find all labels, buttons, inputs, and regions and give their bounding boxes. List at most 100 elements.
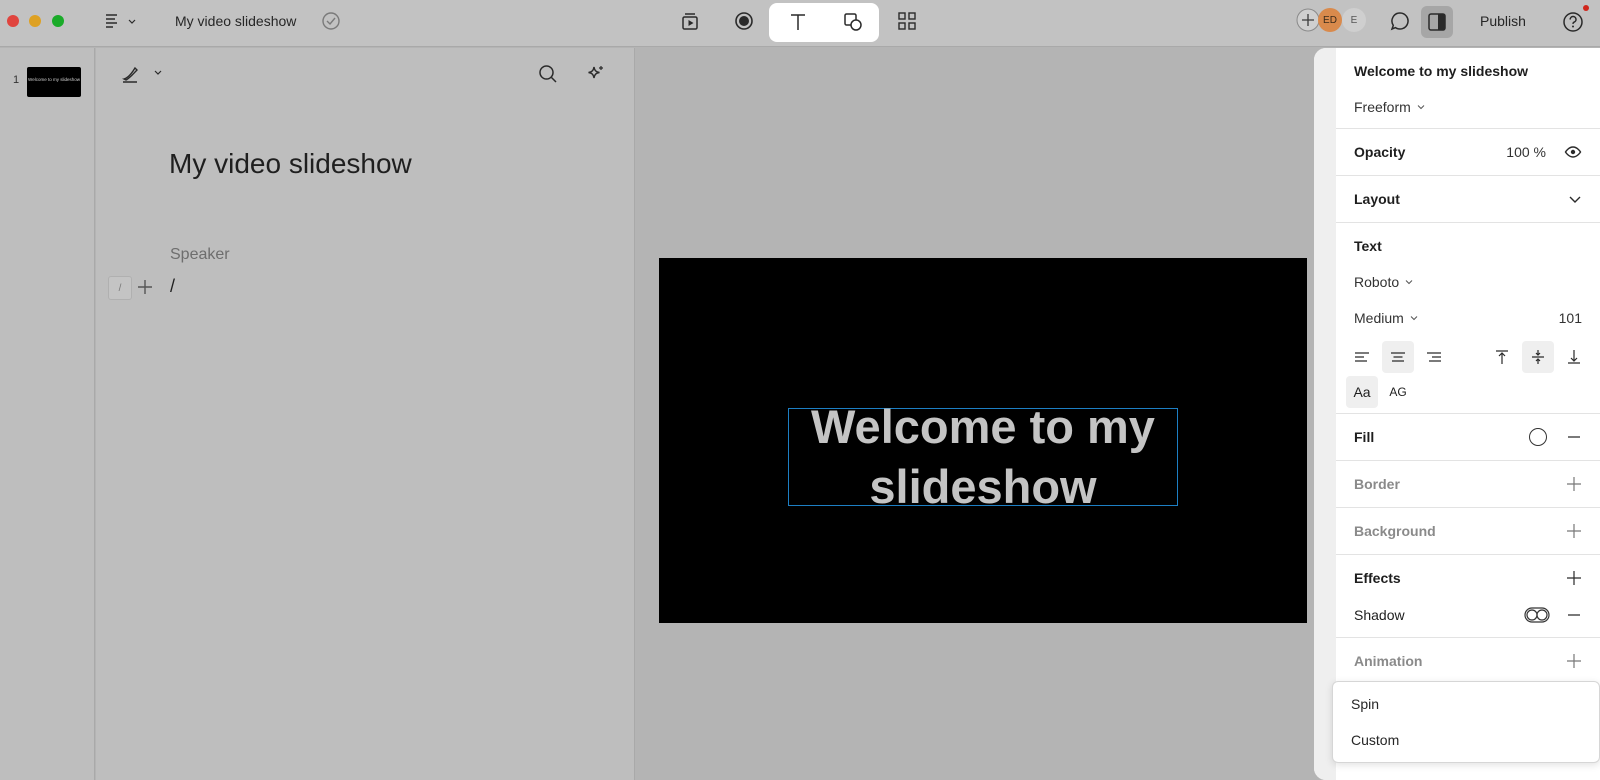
- ai-assist-button[interactable]: [584, 64, 606, 86]
- chevron-down-icon: [1410, 316, 1418, 321]
- slide-canvas[interactable]: Welcome to my slideshow: [659, 258, 1307, 623]
- invite-button[interactable]: [1296, 8, 1320, 32]
- shadow-label: Shadow: [1354, 607, 1405, 623]
- document-title[interactable]: My video slideshow: [175, 13, 296, 29]
- present-button[interactable]: [680, 11, 700, 31]
- align-left-button[interactable]: [1346, 341, 1378, 373]
- inspector-panel: Welcome to my slideshow Freeform Opacity…: [1314, 48, 1600, 780]
- chevron-down-icon: [1569, 196, 1581, 203]
- border-label: Border: [1354, 476, 1400, 492]
- opacity-label: Opacity: [1354, 144, 1406, 160]
- background-section: Background: [1336, 508, 1600, 555]
- comments-button[interactable]: [1390, 11, 1410, 31]
- script-title[interactable]: My video slideshow: [169, 148, 412, 180]
- document-menu-icon: [106, 14, 136, 28]
- sidebar-icon: [1428, 13, 1446, 31]
- add-border-icon[interactable]: [1566, 476, 1582, 492]
- add-animation-icon[interactable]: [1566, 653, 1582, 669]
- element-section: Welcome to my slideshow Freeform: [1336, 48, 1600, 129]
- search-button[interactable]: [538, 64, 558, 84]
- maximize-window-button[interactable]: [52, 15, 64, 27]
- opacity-section: Opacity 100 %: [1336, 129, 1600, 176]
- pen-icon: [121, 66, 162, 83]
- menu-item-custom[interactable]: Custom: [1351, 732, 1399, 748]
- chevron-down-icon: [1405, 280, 1413, 285]
- remove-fill-icon[interactable]: [1566, 429, 1582, 445]
- align-bottom-icon: [1568, 350, 1580, 364]
- toggle-inspector-button[interactable]: [1421, 6, 1453, 38]
- slide-thumbnails: 1 Welcome to my slideshow: [0, 48, 95, 780]
- slide-thumbnail-text: Welcome to my slideshow: [28, 77, 80, 82]
- add-collaborator-icon: [1296, 8, 1320, 32]
- add-effect-icon[interactable]: [1566, 570, 1582, 586]
- shape-tool-button[interactable]: [843, 12, 863, 32]
- text-section: Text Roboto Medium 101 Aa AG: [1336, 223, 1600, 414]
- remove-shadow-icon[interactable]: [1566, 607, 1582, 623]
- avatar[interactable]: E: [1342, 8, 1366, 32]
- close-window-button[interactable]: [7, 15, 19, 27]
- saved-status-icon: [321, 11, 341, 31]
- opacity-input[interactable]: 100 %: [1506, 144, 1546, 160]
- valign-middle-button[interactable]: [1522, 341, 1554, 373]
- background-label: Background: [1354, 523, 1436, 539]
- valign-bottom-button[interactable]: [1558, 341, 1590, 373]
- font-weight-value: Medium: [1354, 310, 1404, 326]
- font-family-value: Roboto: [1354, 274, 1400, 290]
- slide-number: 1: [13, 74, 20, 86]
- avatar[interactable]: ED: [1318, 8, 1342, 32]
- layout-section: Layout: [1336, 176, 1600, 223]
- script-editor: My video slideshow Speaker / /: [96, 48, 635, 780]
- shadow-toggle[interactable]: [1524, 607, 1550, 623]
- slide-text-line-2: slideshow: [869, 460, 1097, 513]
- script-line-input[interactable]: /: [170, 276, 175, 297]
- record-button[interactable]: [734, 11, 754, 31]
- align-right-button[interactable]: [1418, 341, 1450, 373]
- add-background-icon[interactable]: [1566, 523, 1582, 539]
- layout-toggle[interactable]: Layout: [1336, 176, 1600, 222]
- pen-tool-button[interactable]: [120, 64, 164, 84]
- publish-button[interactable]: Publish: [1480, 13, 1526, 29]
- align-center-button[interactable]: [1382, 341, 1414, 373]
- speaker-label[interactable]: Speaker: [170, 246, 230, 264]
- font-size-input[interactable]: 101: [1559, 310, 1582, 326]
- search-icon: [539, 65, 557, 83]
- minimize-window-button[interactable]: [29, 15, 41, 27]
- slide-thumbnail[interactable]: Welcome to my slideshow: [27, 67, 81, 97]
- menu-item-spin[interactable]: Spin: [1351, 696, 1379, 712]
- comment-icon: [1390, 12, 1409, 31]
- font-weight-dropdown[interactable]: Medium: [1354, 310, 1418, 326]
- components-button[interactable]: [897, 11, 917, 31]
- text-tool-button[interactable]: [788, 12, 808, 32]
- align-center-icon: [1391, 352, 1405, 362]
- insert-tool-group: [769, 3, 879, 42]
- effects-section: Effects Shadow: [1336, 555, 1600, 638]
- valign-top-button[interactable]: [1486, 341, 1518, 373]
- case-upper-button[interactable]: AG: [1382, 376, 1414, 408]
- align-middle-icon: [1532, 350, 1544, 364]
- panel-edge: [1314, 48, 1336, 780]
- fill-color-swatch[interactable]: [1528, 427, 1548, 447]
- add-block-button[interactable]: [136, 278, 154, 296]
- fill-label: Fill: [1354, 429, 1375, 445]
- document-menu-button[interactable]: [104, 12, 138, 30]
- command-chip[interactable]: /: [108, 276, 132, 300]
- notification-dot: [1583, 5, 1589, 11]
- case-normal-button[interactable]: Aa: [1346, 376, 1378, 408]
- record-icon: [735, 12, 753, 30]
- plus-icon: [138, 280, 152, 294]
- slide-text-line-1: Welcome to my: [811, 400, 1155, 453]
- align-left-icon: [1355, 352, 1369, 362]
- help-icon: [1563, 12, 1583, 32]
- chevron-down-icon: [1417, 105, 1425, 110]
- visibility-eye-icon[interactable]: [1564, 143, 1582, 161]
- grid-icon: [898, 12, 916, 30]
- mode-dropdown[interactable]: Freeform: [1336, 90, 1600, 128]
- help-button[interactable]: [1562, 11, 1584, 33]
- font-family-dropdown[interactable]: Roboto: [1336, 267, 1600, 297]
- selected-text-box[interactable]: Welcome to my slideshow: [788, 400, 1178, 513]
- align-right-icon: [1427, 352, 1441, 362]
- top-bar: My video slideshow ED E Publish: [0, 0, 1600, 47]
- sparkle-icon: [588, 66, 603, 79]
- layout-label: Layout: [1354, 191, 1400, 207]
- border-section: Border: [1336, 461, 1600, 508]
